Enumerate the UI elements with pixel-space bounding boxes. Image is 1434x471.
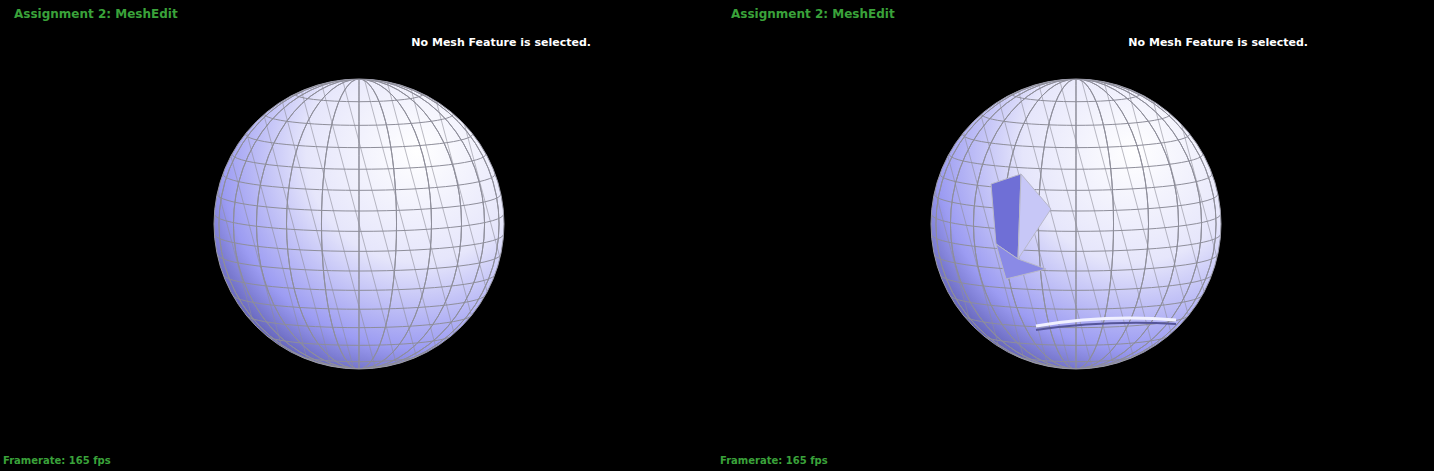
viewer-panel: Assignment 2: MeshEdit No Mesh Feature is…: [717, 0, 1434, 471]
screen: Assignment 2: MeshEdit No Mesh Feature is…: [0, 0, 1434, 471]
viewer-panel: Assignment 2: MeshEdit No Mesh Feature is…: [0, 0, 717, 471]
mesh-viewport[interactable]: [0, 50, 717, 374]
app-title: Assignment 2: MeshEdit: [0, 0, 717, 22]
app-title: Assignment 2: MeshEdit: [717, 0, 1434, 22]
sphere-mesh[interactable]: [209, 74, 509, 374]
sphere-mesh[interactable]: [926, 74, 1226, 374]
mesh-dent: [991, 174, 1176, 330]
status-text: No Mesh Feature is selected.: [1128, 36, 1308, 50]
status-text: No Mesh Feature is selected.: [411, 36, 591, 50]
mesh-viewport[interactable]: [717, 50, 1434, 374]
framerate-text: Framerate: 165 fps: [717, 454, 1434, 471]
framerate-text: Framerate: 165 fps: [0, 454, 717, 471]
